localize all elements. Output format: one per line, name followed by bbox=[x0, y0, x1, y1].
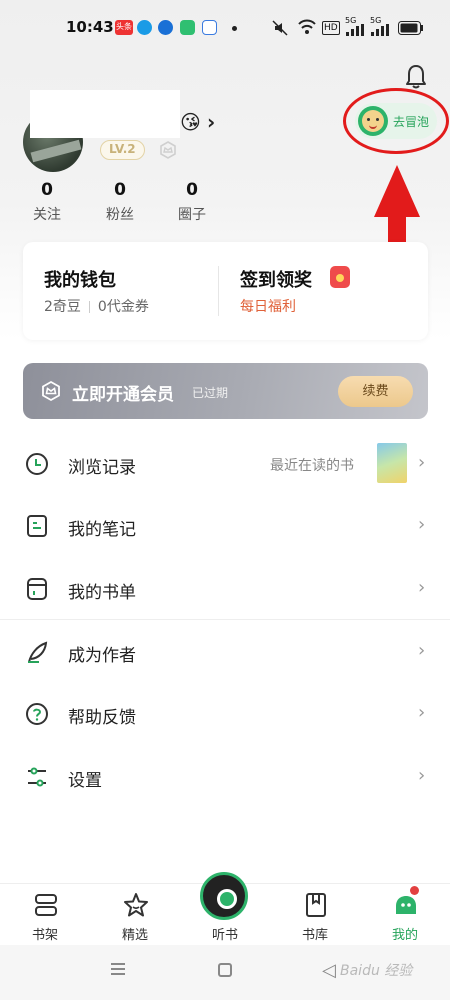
menu-label-booklist: 我的书单 bbox=[68, 583, 136, 603]
menu-label-author: 成为作者 bbox=[68, 646, 136, 666]
stat-followers[interactable]: 0 粉丝 bbox=[95, 180, 145, 224]
chevron-right-icon: › bbox=[418, 514, 426, 535]
more-notifications-icon bbox=[232, 26, 237, 31]
level-badge[interactable]: LV.2 bbox=[100, 140, 145, 160]
menu-label-help: 帮助反馈 bbox=[68, 708, 136, 728]
battery-icon bbox=[398, 21, 423, 35]
wallet-title[interactable]: 我的钱包 bbox=[44, 266, 116, 292]
back-icon[interactable]: ◁ bbox=[322, 960, 336, 981]
menu-label-history: 浏览记录 bbox=[68, 458, 136, 478]
app-icon bbox=[158, 20, 173, 35]
profile-stats: 0 关注 0 粉丝 0 圈子 bbox=[0, 180, 450, 230]
recent-book-cover[interactable] bbox=[377, 443, 407, 483]
phone-icon bbox=[180, 20, 195, 35]
menu-item-settings[interactable]: 设置 › bbox=[0, 745, 450, 807]
stat-following-value: 0 bbox=[41, 180, 53, 200]
stat-following-label: 关注 bbox=[33, 207, 61, 223]
feather-icon bbox=[28, 641, 48, 663]
booklist-icon bbox=[27, 578, 47, 600]
status-bar: 10:43 头条 HD 5G 5G bbox=[0, 0, 450, 56]
stat-circles[interactable]: 0 圈子 bbox=[167, 180, 217, 224]
robot-icon bbox=[396, 896, 416, 914]
wifi-icon bbox=[298, 19, 316, 34]
stat-circles-value: 0 bbox=[186, 180, 198, 200]
menu-item-help[interactable]: 帮助反馈 › bbox=[0, 682, 450, 744]
vip-crown-icon[interactable] bbox=[158, 140, 178, 160]
bookmark-icon bbox=[306, 893, 326, 917]
wallet-summary[interactable]: 2奇豆 0代金券 bbox=[44, 296, 149, 316]
signal-icon bbox=[346, 24, 364, 36]
chevron-right-icon: › bbox=[418, 640, 426, 661]
nav-bookshelf[interactable]: 书架 bbox=[5, 884, 85, 946]
baidu-icon bbox=[202, 20, 217, 35]
clock-icon bbox=[26, 453, 48, 475]
chevron-right-icon: › bbox=[418, 577, 426, 598]
renew-button[interactable]: 续费 bbox=[338, 376, 413, 407]
help-icon bbox=[26, 703, 48, 725]
menu-label-settings: 设置 bbox=[68, 771, 102, 791]
note-icon bbox=[27, 515, 47, 537]
menu-item-history[interactable]: 浏览记录 最近在读的书 › bbox=[0, 432, 450, 494]
nav-label-featured: 精选 bbox=[121, 928, 148, 943]
signal-icon-2 bbox=[371, 24, 389, 36]
home-icon[interactable] bbox=[218, 963, 232, 977]
menu-item-booklist[interactable]: 我的书单 › bbox=[0, 557, 450, 619]
red-packet-icon bbox=[330, 266, 350, 288]
bookshelf-icon bbox=[35, 894, 57, 916]
chevron-right-icon: › bbox=[418, 702, 426, 723]
wallet-separator bbox=[88, 301, 90, 313]
browser-icon bbox=[137, 20, 152, 35]
vip-status: 已过期 bbox=[192, 386, 229, 400]
daily-welfare-label[interactable]: 每日福利 bbox=[240, 296, 296, 316]
nav-library[interactable]: 书库 bbox=[275, 884, 355, 946]
vip-crown-icon-white bbox=[42, 380, 60, 402]
nav-label-audiobook: 听书 bbox=[211, 928, 238, 943]
hd-icon: HD bbox=[322, 21, 340, 35]
toutiao-icon: 头条 bbox=[115, 20, 133, 35]
nav-label-library: 书库 bbox=[301, 928, 328, 943]
settings-icon bbox=[28, 767, 46, 787]
mute-icon bbox=[272, 20, 288, 36]
recent-book-text: 最近在读的书 bbox=[270, 458, 354, 474]
chevron-right-icon: › bbox=[418, 765, 426, 786]
stat-followers-label: 粉丝 bbox=[106, 207, 134, 223]
menu-label-notes: 我的笔记 bbox=[68, 520, 136, 540]
disc-icon[interactable] bbox=[200, 872, 248, 920]
nav-mine[interactable]: 我的 bbox=[365, 884, 445, 946]
watermark: Baidu 经验 bbox=[340, 963, 413, 979]
menu-item-author[interactable]: 成为作者 › bbox=[0, 620, 450, 682]
nav-label-bookshelf: 书架 bbox=[31, 928, 58, 943]
notification-dot bbox=[410, 886, 419, 895]
wallet-beans: 2奇豆 bbox=[44, 299, 81, 315]
sign-in-title[interactable]: 签到领奖 bbox=[240, 266, 312, 292]
username-emoji: 😘 bbox=[180, 110, 201, 134]
username-redacted[interactable] bbox=[30, 90, 180, 138]
clock-time: 10:43 bbox=[66, 18, 114, 36]
star-icon bbox=[124, 893, 148, 917]
profile-chevron-icon[interactable]: › bbox=[207, 110, 215, 134]
card-divider bbox=[218, 266, 219, 316]
recent-apps-icon[interactable] bbox=[110, 962, 126, 976]
stat-following[interactable]: 0 关注 bbox=[22, 180, 72, 224]
notification-bell-icon[interactable] bbox=[404, 64, 428, 90]
wallet-coupons: 0代金券 bbox=[97, 299, 149, 315]
chevron-right-icon: › bbox=[418, 452, 426, 473]
stat-followers-value: 0 bbox=[114, 180, 126, 200]
vip-title: 立即开通会员 bbox=[72, 385, 174, 405]
stat-circles-label: 圈子 bbox=[178, 207, 206, 223]
nav-featured[interactable]: 精选 bbox=[95, 884, 175, 946]
nav-label-mine: 我的 bbox=[391, 928, 418, 943]
menu-item-notes[interactable]: 我的笔记 › bbox=[0, 494, 450, 556]
annotation-circle bbox=[343, 88, 449, 154]
